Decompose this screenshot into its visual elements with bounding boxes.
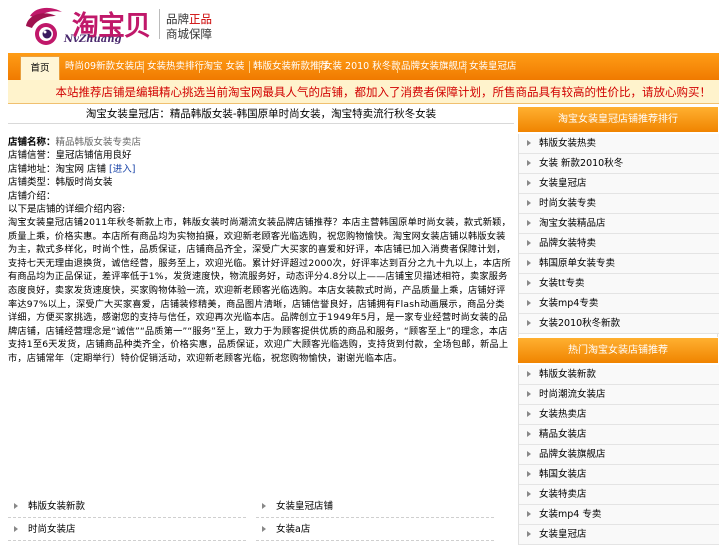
sidebar-item[interactable]: 精品女装店 (519, 425, 719, 445)
slogan-guarantee: 商城保障 (166, 27, 212, 41)
shop-intro-label: 店铺介绍： (8, 190, 56, 202)
sidebar-item[interactable]: 韩国女装店 (519, 465, 719, 485)
sidebar-item[interactable]: 品牌女装旗舰店 (519, 445, 719, 465)
enter-shop-link[interactable]: [进入] (109, 164, 135, 175)
related-link-2[interactable]: 女装皇冠店铺 (256, 498, 494, 518)
sidebar-item[interactable]: 淘宝女装精品店 (519, 214, 719, 234)
nav-item-home[interactable]: 首页 (20, 56, 60, 80)
article-body: 淘宝女装皇冠店铺2011年秋冬新款上市，韩版女装时尚潮流女装品牌店铺推荐？本店主… (8, 217, 511, 364)
header-slogan: 品牌正品 商城保障 (166, 12, 212, 42)
logo-english-text: NvZhuang (64, 34, 122, 45)
nav-item-2[interactable]: 女装热卖排行 (147, 53, 204, 80)
nav-item-7[interactable]: 女装皇冠店 (469, 53, 517, 80)
nav-divider (143, 61, 144, 73)
nav-divider (199, 61, 200, 73)
notice-banner: 本站推荐店铺是编辑精心挑选当前淘宝网最具人气的店铺，都加入了消费者保障计划，所售… (8, 80, 719, 104)
sidebar-item[interactable]: 品牌女装特卖 (519, 234, 719, 254)
nav-divider (397, 61, 398, 73)
sidebar-section2-title: 热门淘宝女装店铺推荐 (518, 338, 718, 363)
sidebar-item[interactable]: 时尚潮流女装店 (519, 385, 719, 405)
related-link-1[interactable]: 韩版女装新款 (8, 498, 246, 518)
sidebar-item[interactable]: 女装tt专卖 (519, 274, 719, 294)
sidebar-item[interactable]: 时尚女装专卖 (519, 194, 719, 214)
shop-name-label: 店铺名称： (8, 137, 56, 148)
site-logo[interactable]: 淘宝贝 NvZhuang (22, 4, 162, 48)
shop-name-value[interactable]: 精品韩版女装专卖店 (56, 137, 142, 148)
article-title: 淘宝女装皇冠店：精品韩版女装-韩国原单时尚女装，淘宝特卖流行秋冬女装 (8, 106, 514, 124)
nav-divider (465, 61, 466, 73)
site-header: 淘宝贝 NvZhuang 品牌正品 商城保障 (0, 0, 727, 50)
nav-divider (249, 61, 250, 73)
sidebar-item[interactable]: 女装 新款2010秋冬 (519, 154, 719, 174)
nav-item-1[interactable]: 時尚09新款女装店 (65, 53, 144, 80)
sidebar-section1-title: 淘宝女装皇冠店铺推荐排行 (518, 107, 718, 132)
sidebar-item[interactable]: 女装2010秋冬新款 (519, 314, 719, 334)
nav-item-6[interactable]: 品牌女装旗舰店 (401, 53, 468, 80)
shop-credit-row: 店铺信誉：皇冠店铺信用良好 (8, 150, 132, 162)
sidebar-section2-list: 韩版女装新款 时尚潮流女装店 女装热卖店 精品女装店 品牌女装旗舰店 韩国女装店… (518, 365, 719, 545)
sidebar-item[interactable]: 韩版女装新款 (519, 365, 719, 385)
slogan-genuine: 正品 (189, 12, 212, 26)
nav-item-5[interactable]: 女装 2010 秋冬款 (323, 53, 401, 80)
slogan-brand: 品牌 (166, 12, 189, 26)
sidebar-item[interactable]: 女装mp4专卖 (519, 294, 719, 314)
shop-detail-label: 以下是店铺的详细介绍内容: (8, 204, 126, 216)
sidebar-item[interactable]: 女装特卖店 (519, 485, 719, 505)
related-link-3[interactable]: 时尚女装店 (8, 521, 246, 541)
sidebar-item[interactable]: 女装皇冠店 (519, 174, 719, 194)
sidebar-item[interactable]: 女装mp4 专卖 (519, 505, 719, 525)
main-nav: 首页 時尚09新款女装店 女装热卖排行 淘宝 女装 韩版女装新款推荐 女装 20… (8, 53, 719, 80)
sidebar-item[interactable]: 女装皇冠店 (519, 525, 719, 545)
sidebar-item[interactable]: 女装热卖店 (519, 405, 719, 425)
shop-name-row: 店铺名称：精品韩版女装专卖店 (8, 136, 514, 149)
sidebar-section1-list: 韩版女装热卖 女装 新款2010秋冬 女装皇冠店 时尚女装专卖 淘宝女装精品店 … (518, 134, 719, 337)
nav-item-3[interactable]: 淘宝 女装 (203, 53, 245, 80)
shop-address-row: 店铺地址：淘宝网 店铺 [进入] (8, 163, 514, 176)
sidebar-item[interactable]: 韩国原单女装专卖 (519, 254, 719, 274)
shop-address-text: 店铺地址：淘宝网 店铺 (8, 163, 110, 175)
logo-divider (159, 9, 160, 39)
shop-type-row: 店铺类型：韩版时尚女装 (8, 177, 113, 189)
related-link-4[interactable]: 女装a店 (256, 521, 494, 541)
shop-info: 店铺名称：精品韩版女装专卖店 店铺信誉：皇冠店铺信用良好 店铺地址：淘宝网 店铺… (8, 136, 514, 216)
nav-item-4[interactable]: 韩版女装新款推荐 (253, 53, 329, 80)
sidebar-item[interactable]: 韩版女装热卖 (519, 134, 719, 154)
nav-divider (319, 61, 320, 73)
